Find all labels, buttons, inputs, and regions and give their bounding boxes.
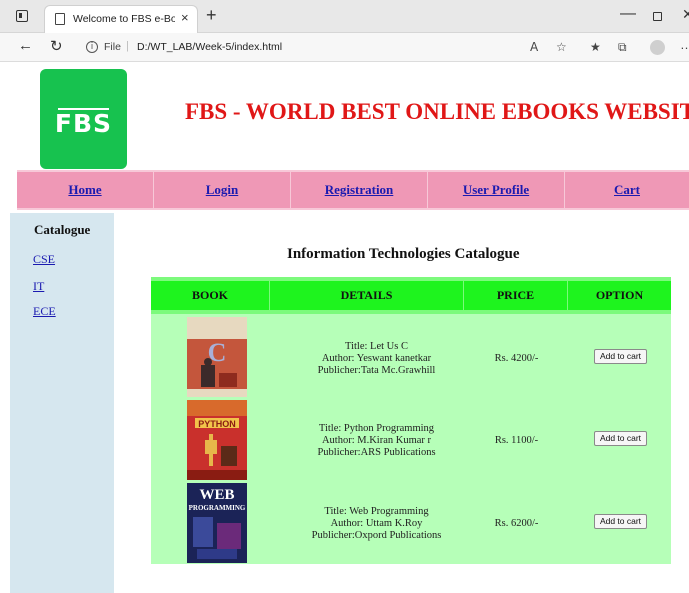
read-aloud-icon[interactable]: A (530, 40, 538, 54)
address-bar: ← ↻ i File | D:/WT_LAB/Week-5/index.html… (0, 33, 689, 62)
url-scheme: File (104, 41, 121, 53)
book-author: Author: M.Kiran Kumar r (321, 435, 432, 446)
book-title: Title: Let Us C (345, 341, 408, 352)
column-header-option: OPTION (595, 288, 644, 302)
refresh-icon[interactable]: ↻ (50, 37, 63, 55)
book-title: Title: Python Programming (318, 423, 435, 434)
book-details: Title: Let Us C Author: Yeswant kanetkar… (288, 341, 465, 377)
column-header-details: DETAILS (270, 281, 464, 310)
book-price: Rs. 6200/- (494, 518, 539, 529)
back-arrow-icon[interactable]: ← (18, 37, 33, 54)
nav-item-home[interactable]: Home (17, 172, 154, 208)
book-author: Author: Uttam K.Roy (330, 518, 423, 529)
nav-link-user-profile[interactable]: User Profile (463, 182, 529, 197)
table-header-row: BOOK DETAILS PRICE OPTION (151, 277, 671, 314)
add-to-cart-button[interactable]: Add to cart (594, 349, 647, 364)
nav-item-login[interactable]: Login (154, 172, 291, 208)
nav-link-login[interactable]: Login (206, 182, 239, 197)
nav-item-cart[interactable]: Cart (565, 172, 689, 208)
tab-strip: Welcome to FBS e-Book's website × + — ✕ (0, 0, 689, 33)
add-favorite-icon[interactable]: ☆ (556, 40, 567, 54)
tab-actions-icon[interactable] (16, 10, 28, 22)
site-logo: FBS (40, 69, 127, 169)
book-title: Title: Web Programming (324, 506, 429, 517)
site-title: FBS - WORLD BEST ONLINE EBOOKS WEBSITE (185, 99, 689, 124)
book-details: Title: Python Programming Author: M.Kira… (288, 423, 465, 459)
page-viewport: FBS FBS - WORLD BEST ONLINE EBOOKS WEBSI… (10, 63, 689, 593)
svg-text:PYTHON: PYTHON (198, 419, 236, 429)
tab-title: Welcome to FBS e-Book's website (73, 13, 175, 25)
column-header-book: BOOK (151, 281, 270, 310)
browser-tab[interactable]: Welcome to FBS e-Book's website × (44, 5, 198, 33)
sidebar-link-it[interactable]: IT (33, 279, 44, 294)
book-publisher: Publicher:Oxpord Publications (311, 530, 442, 541)
add-to-cart-button[interactable]: Add to cart (594, 431, 647, 446)
book-publisher: Publicher:Tata Mc.Grawhill (317, 365, 436, 376)
svg-text:WEB: WEB (199, 487, 234, 503)
add-to-cart-button[interactable]: Add to cart (594, 514, 647, 529)
book-cover-let-us-c: C (187, 317, 247, 397)
nav-item-registration[interactable]: Registration (291, 172, 428, 208)
nav-link-cart[interactable]: Cart (614, 182, 640, 197)
column-header-price: PRICE (464, 281, 568, 310)
book-cover-web-programming: WEB PROGRAMMING (187, 483, 247, 563)
book-cover-python: PYTHON (187, 400, 247, 480)
favorites-icon[interactable]: ★ (590, 40, 601, 54)
logo-text: FBS (54, 109, 113, 138)
sidebar-heading: Catalogue (34, 222, 91, 237)
info-icon[interactable]: i (86, 41, 98, 53)
url-separator: | (126, 40, 129, 52)
book-publisher: Publicher:ARS Publications (317, 447, 436, 458)
book-details: Title: Web Programming Author: Uttam K.R… (288, 506, 465, 542)
book-price: Rs. 4200/- (494, 353, 539, 364)
maximize-icon[interactable] (653, 12, 662, 21)
book-table: BOOK DETAILS PRICE OPTION C Title: Let U… (151, 277, 671, 564)
close-tab-icon[interactable]: × (181, 10, 189, 25)
nav-link-registration[interactable]: Registration (325, 182, 394, 197)
svg-text:PROGRAMMING: PROGRAMMING (189, 504, 246, 512)
nav-item-user-profile[interactable]: User Profile (428, 172, 565, 208)
sidebar-link-cse[interactable]: CSE (33, 252, 55, 267)
profile-icon[interactable] (650, 40, 665, 55)
catalogue-title: Information Technologies Catalogue (287, 246, 520, 262)
more-icon[interactable]: … (680, 37, 689, 52)
nav-link-home[interactable]: Home (68, 182, 101, 197)
new-tab-button[interactable]: + (206, 5, 217, 26)
main-nav: Home Login Registration User Profile Car… (17, 170, 689, 210)
page-icon (55, 13, 65, 25)
collections-icon[interactable]: ⧉ (618, 40, 627, 55)
url-field[interactable]: D:/WT_LAB/Week-5/index.html (137, 41, 282, 53)
close-window-icon[interactable]: ✕ (682, 6, 689, 23)
catalogue-sidebar: Catalogue CSE IT ECE (10, 213, 114, 593)
book-price: Rs. 1100/- (494, 435, 539, 446)
minimize-icon[interactable]: — (620, 5, 636, 23)
sidebar-link-ece[interactable]: ECE (33, 304, 56, 319)
book-author: Author: Yeswant kanetkar (321, 353, 432, 364)
